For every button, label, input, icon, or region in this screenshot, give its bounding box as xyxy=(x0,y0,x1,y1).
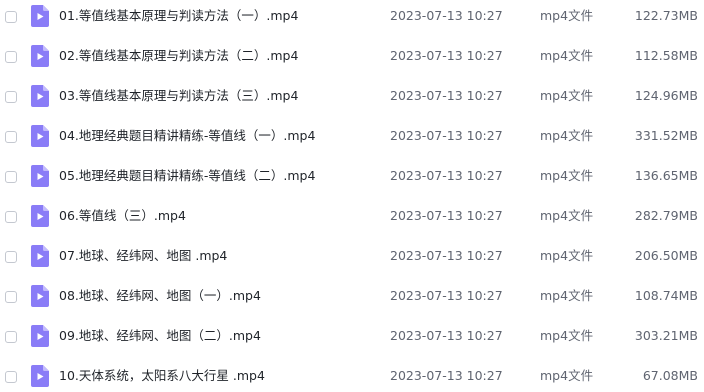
file-type: mp4文件 xyxy=(540,208,594,223)
file-row[interactable]: 06.等值线（三）.mp4 2023-07-13 10:27 mp4文件 282.79… xyxy=(0,199,704,239)
file-row[interactable]: 10.天体系统，太阳系八大行星 .mp4 2023-07-13 10:27 mp4文… xyxy=(0,359,704,392)
file-date: 2023-07-13 10:27 xyxy=(390,88,503,103)
file-type: mp4文件 xyxy=(540,288,594,303)
video-file-icon xyxy=(31,85,49,107)
file-date: 2023-07-13 10:27 xyxy=(390,328,503,343)
file-checkbox[interactable] xyxy=(5,291,17,303)
file-name[interactable]: 04.地理经典题目精讲精练-等值线（一）.mp4 xyxy=(59,127,315,145)
file-size: 331.52MB xyxy=(634,128,698,143)
video-file-icon xyxy=(31,325,49,347)
file-type: mp4文件 xyxy=(540,368,594,383)
file-date: 2023-07-13 10:27 xyxy=(390,128,503,143)
video-file-icon xyxy=(31,285,49,307)
file-checkbox[interactable] xyxy=(5,171,17,183)
file-type: mp4文件 xyxy=(540,328,594,343)
file-name[interactable]: 07.地球、经纬网、地图 .mp4 xyxy=(59,247,227,265)
file-checkbox[interactable] xyxy=(5,11,17,23)
file-checkbox[interactable] xyxy=(5,331,17,343)
video-file-icon xyxy=(31,5,49,27)
file-size: 122.73MB xyxy=(634,8,698,23)
file-type: mp4文件 xyxy=(540,8,594,23)
file-size: 112.58MB xyxy=(634,48,698,63)
file-name[interactable]: 03.等值线基本原理与判读方法（三）.mp4 xyxy=(59,87,298,105)
file-row[interactable]: 07.地球、经纬网、地图 .mp4 2023-07-13 10:27 mp4文件 20… xyxy=(0,239,704,279)
file-type: mp4文件 xyxy=(540,128,594,143)
file-row[interactable]: 01.等值线基本原理与判读方法（一）.mp4 2023-07-13 10:27 mp… xyxy=(0,0,704,39)
file-row[interactable]: 08.地球、经纬网、地图（一）.mp4 2023-07-13 10:27 mp4文件… xyxy=(0,279,704,319)
video-file-icon xyxy=(31,45,49,67)
file-list: 01.等值线基本原理与判读方法（一）.mp4 2023-07-13 10:27 mp… xyxy=(0,0,704,392)
file-date: 2023-07-13 10:27 xyxy=(390,288,503,303)
video-file-icon xyxy=(31,165,49,187)
file-name[interactable]: 01.等值线基本原理与判读方法（一）.mp4 xyxy=(59,7,298,25)
file-checkbox[interactable] xyxy=(5,211,17,223)
video-file-icon xyxy=(31,245,49,267)
file-size: 108.74MB xyxy=(634,288,698,303)
file-row[interactable]: 09.地球、经纬网、地图（二）.mp4 2023-07-13 10:27 mp4文件… xyxy=(0,319,704,359)
file-type: mp4文件 xyxy=(540,48,594,63)
file-checkbox[interactable] xyxy=(5,251,17,263)
file-checkbox[interactable] xyxy=(5,371,17,383)
file-row[interactable]: 03.等值线基本原理与判读方法（三）.mp4 2023-07-13 10:27 mp… xyxy=(0,79,704,119)
file-row[interactable]: 02.等值线基本原理与判读方法（二）.mp4 2023-07-13 10:27 mp… xyxy=(0,39,704,79)
file-date: 2023-07-13 10:27 xyxy=(390,8,503,23)
file-type: mp4文件 xyxy=(540,168,594,183)
file-row[interactable]: 04.地理经典题目精讲精练-等值线（一）.mp4 2023-07-13 10:27… xyxy=(0,119,704,159)
video-file-icon xyxy=(31,125,49,147)
file-row[interactable]: 05.地理经典题目精讲精练-等值线（二）.mp4 2023-07-13 10:27… xyxy=(0,159,704,199)
file-name[interactable]: 08.地球、经纬网、地图（一）.mp4 xyxy=(59,287,261,305)
file-size: 282.79MB xyxy=(634,208,698,223)
file-name[interactable]: 05.地理经典题目精讲精练-等值线（二）.mp4 xyxy=(59,167,315,185)
file-size: 124.96MB xyxy=(634,88,698,103)
file-date: 2023-07-13 10:27 xyxy=(390,368,503,383)
file-date: 2023-07-13 10:27 xyxy=(390,248,503,263)
file-name[interactable]: 09.地球、经纬网、地图（二）.mp4 xyxy=(59,327,261,345)
file-type: mp4文件 xyxy=(540,88,594,103)
file-name[interactable]: 06.等值线（三）.mp4 xyxy=(59,207,186,225)
file-checkbox[interactable] xyxy=(5,51,17,63)
file-name[interactable]: 10.天体系统，太阳系八大行星 .mp4 xyxy=(59,367,265,385)
video-file-icon xyxy=(31,365,49,387)
file-checkbox[interactable] xyxy=(5,91,17,103)
file-type: mp4文件 xyxy=(540,248,594,263)
file-date: 2023-07-13 10:27 xyxy=(390,48,503,63)
file-checkbox[interactable] xyxy=(5,131,17,143)
file-size: 206.50MB xyxy=(634,248,698,263)
file-size: 136.65MB xyxy=(634,168,698,183)
video-file-icon xyxy=(31,205,49,227)
file-name[interactable]: 02.等值线基本原理与判读方法（二）.mp4 xyxy=(59,47,298,65)
file-size: 303.21MB xyxy=(634,328,698,343)
file-date: 2023-07-13 10:27 xyxy=(390,208,503,223)
file-date: 2023-07-13 10:27 xyxy=(390,168,503,183)
file-size: 67.08MB xyxy=(642,368,698,383)
